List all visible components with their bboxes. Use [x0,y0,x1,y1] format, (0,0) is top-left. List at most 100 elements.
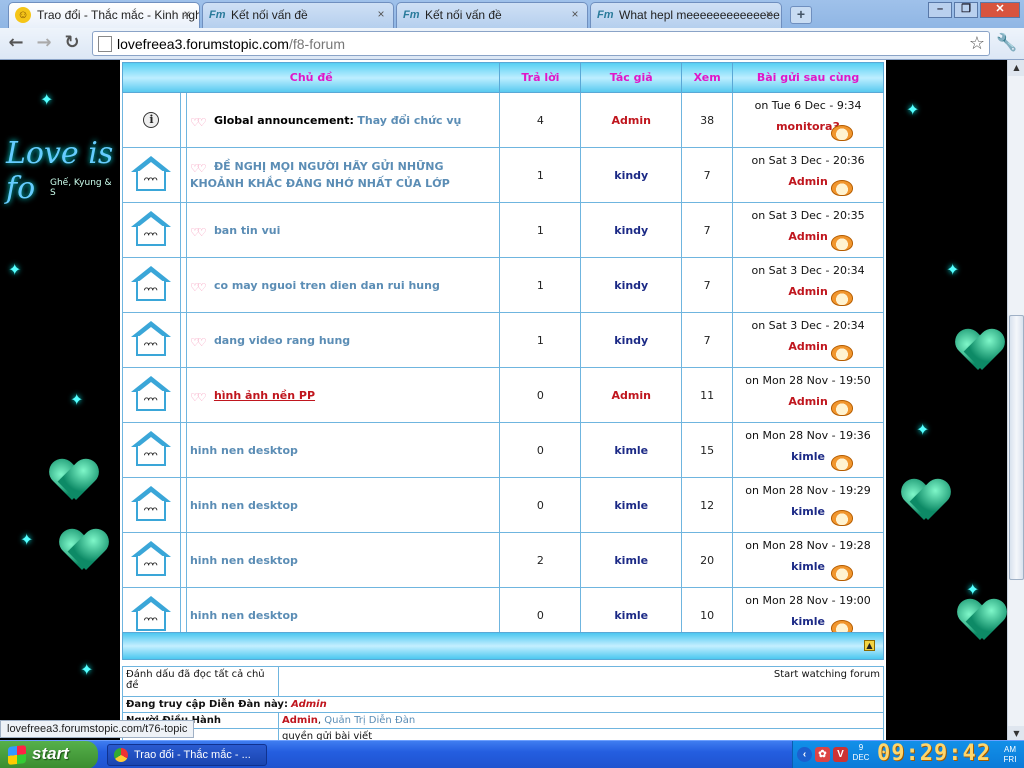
browsing-users-row: Đang truy cập Diễn Đàn này: Admin [122,696,884,713]
author-link[interactable]: kimle [614,554,648,567]
view-latest-post-icon[interactable] [831,180,853,196]
author-link[interactable]: kimle [614,444,648,457]
view-latest-post-icon[interactable] [831,235,853,251]
last-post-user-link[interactable]: Admin [788,340,827,353]
last-post-cell: on Sat 3 Dec - 20:34 Admin [732,257,884,313]
last-post-user-link[interactable]: Admin [788,175,827,188]
tab-close-icon[interactable]: × [181,8,193,20]
view-latest-post-icon[interactable] [831,510,853,526]
tab-close-icon[interactable]: × [763,8,775,20]
author-link[interactable]: kindy [614,334,648,347]
scroll-up-arrow-icon[interactable]: ▲ [1008,60,1024,76]
table-row: ᴖᴖᴖ hinh nen desktop 0 kimle 15 on Mon 28 Nov… [122,422,884,478]
last-post-date: on Mon 28 Nov - 19:28 [745,539,871,552]
topic-cell: ♡♡ Global announcement: Thay đổi chức vụ [185,92,501,148]
restore-button[interactable]: ❐ [954,2,978,18]
tab-bar: ☺ Trao đổi - Thắc mắc - Kinh nghi × Fm K… [0,0,1024,28]
tab-trao-doi[interactable]: ☺ Trao đổi - Thắc mắc - Kinh nghi × [8,2,200,28]
author-link[interactable]: kindy [614,224,648,237]
author-link[interactable]: kimle [614,609,648,622]
heart-icon [60,530,108,574]
topic-table: Chủ đề Trả lời Tác giả Xem Bài gửi sau c… [121,62,884,643]
topic-title-link[interactable]: hinh nen desktop [190,554,298,567]
address-bar[interactable]: lovefreea3.forumstopic.com/f8-forum ☆ [92,31,990,56]
view-latest-post-icon[interactable] [831,400,853,416]
tab-ket-noi-1[interactable]: Fm Kết nối vấn đề × [202,2,394,28]
views-count: 20 [681,532,734,588]
browsing-user-link[interactable]: Admin [291,699,327,710]
author-cell: kimle [580,422,683,478]
last-post-user-link[interactable]: Admin [788,285,827,298]
start-button[interactable]: start [0,741,98,768]
topic-title-link[interactable]: co may nguoi tren dien dan rui hung [214,279,440,292]
topic-cell: ♡♡ dang video rang hung [185,312,501,368]
mark-all-read-link[interactable]: Đánh dấu đã đọc tất cả chủ đề [122,666,279,697]
author-link[interactable]: kindy [614,279,648,292]
tab-close-icon[interactable]: × [375,8,387,20]
author-link[interactable]: Admin [612,114,651,127]
forward-arrow-icon[interactable]: → [32,32,56,56]
tab-ket-noi-2[interactable]: Fm Kết nối vấn đề × [396,2,588,28]
last-post-user-link[interactable]: Admin [788,395,827,408]
last-post-user-link[interactable]: kimle [791,615,825,628]
tray-app-icon[interactable]: ✿ [815,747,830,762]
view-latest-post-icon[interactable] [831,565,853,581]
last-post-cell: on Mon 28 Nov - 19:28 kimle [732,532,884,588]
author-link[interactable]: kimle [614,499,648,512]
forumotion-favicon-icon: Fm [597,9,614,21]
back-arrow-icon[interactable]: ← [4,32,28,56]
reload-icon[interactable]: ↻ [60,32,84,56]
topic-title-link[interactable]: hinh nen desktop [190,444,298,457]
chrome-icon [114,748,128,762]
table-row: i ♡♡ Global announcement: Thay đổi chức vụ… [122,92,884,148]
page-scrollbar[interactable]: ▲ ▼ [1007,60,1024,742]
tab-what-hepl[interactable]: Fm What hepl meeeeeeeeeeeeee × [590,2,782,28]
tray-weekday: FRI [1003,755,1017,764]
minimize-button[interactable]: – [928,2,952,18]
last-post-date: on Mon 28 Nov - 19:29 [745,484,871,497]
topic-title-link[interactable]: hinh nen desktop [190,609,298,622]
view-latest-post-icon[interactable] [831,290,853,306]
last-post-user-link[interactable]: kimle [791,505,825,518]
wings-heart-icon: ♡♡ [189,162,207,175]
author-link[interactable]: kindy [614,169,648,182]
view-latest-post-icon[interactable] [831,125,853,141]
moderator-role-link[interactable]: Quản Trị Diễn Đàn [324,715,415,726]
view-latest-post-icon[interactable] [831,345,853,361]
smiley-favicon-icon: ☺ [15,7,31,23]
last-post-cell: on Sat 3 Dec - 20:35 Admin [732,202,884,258]
topic-title-link[interactable]: hinh nen desktop [190,499,298,512]
tray-arrow-icon[interactable]: ‹ [797,747,812,762]
topic-status-cell: ᴖᴖᴖ [122,477,181,533]
url-text[interactable]: lovefreea3.forumstopic.com/f8-forum [117,36,345,52]
topic-title-link[interactable]: dang video rang hung [214,334,350,347]
close-window-button[interactable]: ✕ [980,2,1020,18]
scrollbar-thumb[interactable] [1009,315,1024,580]
topic-title-link[interactable]: ĐỀ NGHỊ MỌI NGƯỜI HÃY GỬI NHỮNG KHOẢNH K… [190,160,450,190]
topic-title-link[interactable]: ban tin vui [214,224,280,237]
wings-heart-icon: ♡♡ [189,225,207,239]
topic-title-link[interactable]: Thay đổi chức vụ [357,114,461,127]
bookmark-star-icon[interactable]: ☆ [969,33,985,54]
topic-title-link[interactable]: hình ảnh nền PP [214,389,315,402]
start-watching-forum-link[interactable]: Start watching forum [278,666,884,697]
moderator-user-link[interactable]: Admin [282,715,318,726]
url-host: lovefreea3.forumstopic.com [117,36,289,52]
sparkle-icon: ✦ [916,420,930,439]
tab-title: Kết nối vấn đề [231,8,308,22]
tab-close-icon[interactable]: × [569,8,581,20]
heart-icon [902,480,950,524]
windows-flag-icon [8,745,26,765]
taskbar-chrome-window[interactable]: Trao đổi - Thắc mắc - ... [107,744,267,766]
wrench-menu-icon[interactable]: 🔧 [996,33,1017,53]
last-post-user-link[interactable]: kimle [791,560,825,573]
moderator-cell: Admin, Quản Trị Diễn Đàn [278,712,884,729]
tray-v-icon[interactable]: V [833,747,848,762]
last-post-user-link[interactable]: Admin [788,230,827,243]
scroll-top-icon[interactable]: ▲ [864,640,875,651]
tray-date-day: 9 [858,743,864,752]
last-post-user-link[interactable]: kimle [791,450,825,463]
view-latest-post-icon[interactable] [831,455,853,471]
author-link[interactable]: Admin [612,389,651,402]
new-tab-button[interactable]: + [790,6,812,24]
